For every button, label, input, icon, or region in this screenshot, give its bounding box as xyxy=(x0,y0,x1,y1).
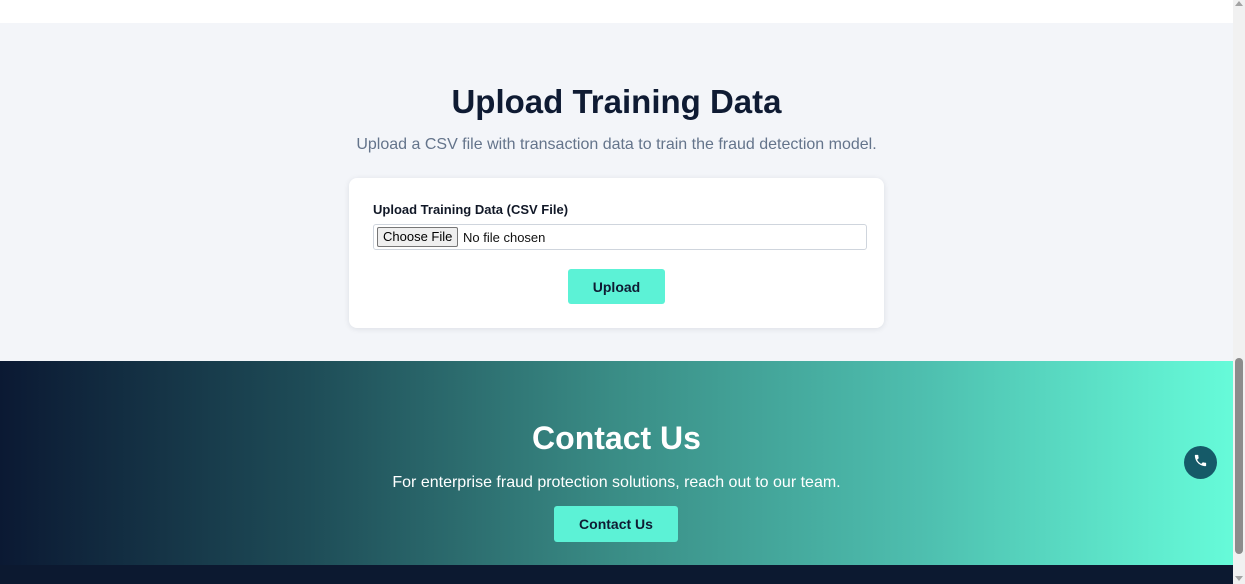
contact-text: For enterprise fraud protection solution… xyxy=(392,474,841,491)
vertical-scrollbar[interactable] xyxy=(1233,0,1245,584)
contact-title: Contact Us xyxy=(532,420,701,456)
scroll-down-arrow-icon[interactable] xyxy=(1235,576,1243,581)
phone-icon xyxy=(1193,453,1208,473)
contact-section: Contact Us For enterprise fraud protecti… xyxy=(0,361,1233,565)
upload-card: Upload Training Data (CSV File) Choose F… xyxy=(349,178,884,328)
csv-file-label: Upload Training Data (CSV File) xyxy=(373,202,569,217)
scroll-up-arrow-icon[interactable] xyxy=(1235,1,1243,6)
csv-file-input[interactable]: Choose File No file chosen xyxy=(373,224,867,250)
upload-section: Upload Training Data Upload a CSV file w… xyxy=(0,23,1233,361)
footer-strip xyxy=(0,565,1233,584)
page-viewport: Upload Training Data Upload a CSV file w… xyxy=(0,0,1245,584)
phone-fab-button[interactable] xyxy=(1184,446,1217,479)
scrollbar-thumb[interactable] xyxy=(1235,358,1243,554)
upload-subtitle: Upload a CSV file with transaction data … xyxy=(356,136,877,153)
choose-file-button[interactable]: Choose File xyxy=(377,227,459,247)
top-strip xyxy=(0,0,1233,23)
file-status-text: No file chosen xyxy=(463,230,546,245)
page-content: Upload Training Data Upload a CSV file w… xyxy=(0,0,1233,584)
upload-title: Upload Training Data xyxy=(451,83,782,120)
upload-button[interactable]: Upload xyxy=(568,269,665,304)
contact-us-button[interactable]: Contact Us xyxy=(554,506,678,542)
